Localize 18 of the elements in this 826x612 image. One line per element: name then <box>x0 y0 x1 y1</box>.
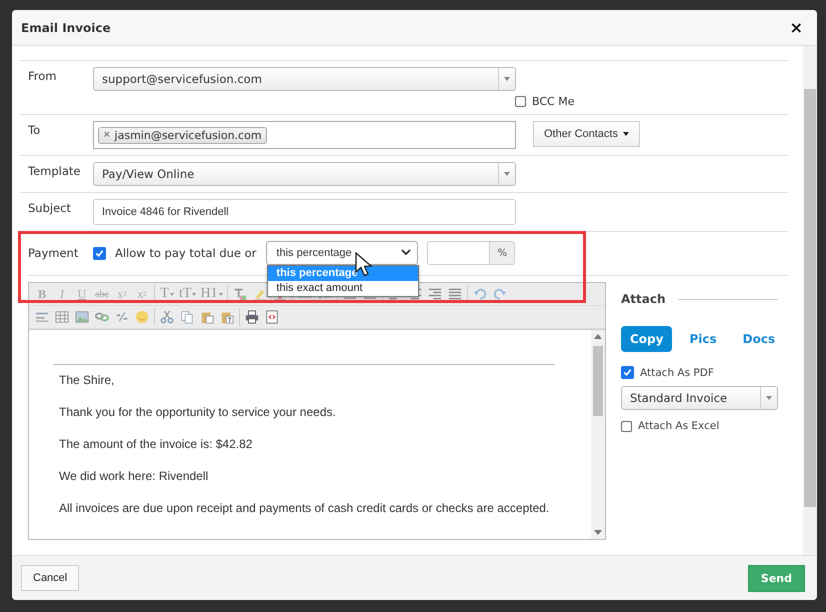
message-line: The Shire, <box>59 373 116 388</box>
percent-addon: % <box>490 241 516 265</box>
field-label: From <box>28 68 58 85</box>
field-label: Template <box>28 163 82 180</box>
message-line: The amount of the invoice is: $42.82 <box>59 437 254 452</box>
checkbox-label: Attach As PDF <box>640 366 714 378</box>
field-label: Payment <box>28 246 80 260</box>
message-line: All invoices are due upon receipt and payments of cash credit cards or checks are accepted. <box>59 501 550 516</box>
field-label: Subject <box>28 200 72 217</box>
field-label: To <box>28 122 42 139</box>
recipient-email: jasmin@servicefusion.com <box>114 128 262 142</box>
message-line: We did work here: Rivendell <box>59 469 210 484</box>
checkbox-label: BCC Me <box>532 95 574 108</box>
checkbox-label: Allow to pay total due or <box>115 246 256 260</box>
message-line: Thank you for the opportunity to service your needs. <box>59 405 337 420</box>
checkbox-label: Attach As Excel <box>638 420 720 432</box>
dialog-title: Email Invoice <box>21 20 111 34</box>
section-title: Attach <box>621 292 666 306</box>
